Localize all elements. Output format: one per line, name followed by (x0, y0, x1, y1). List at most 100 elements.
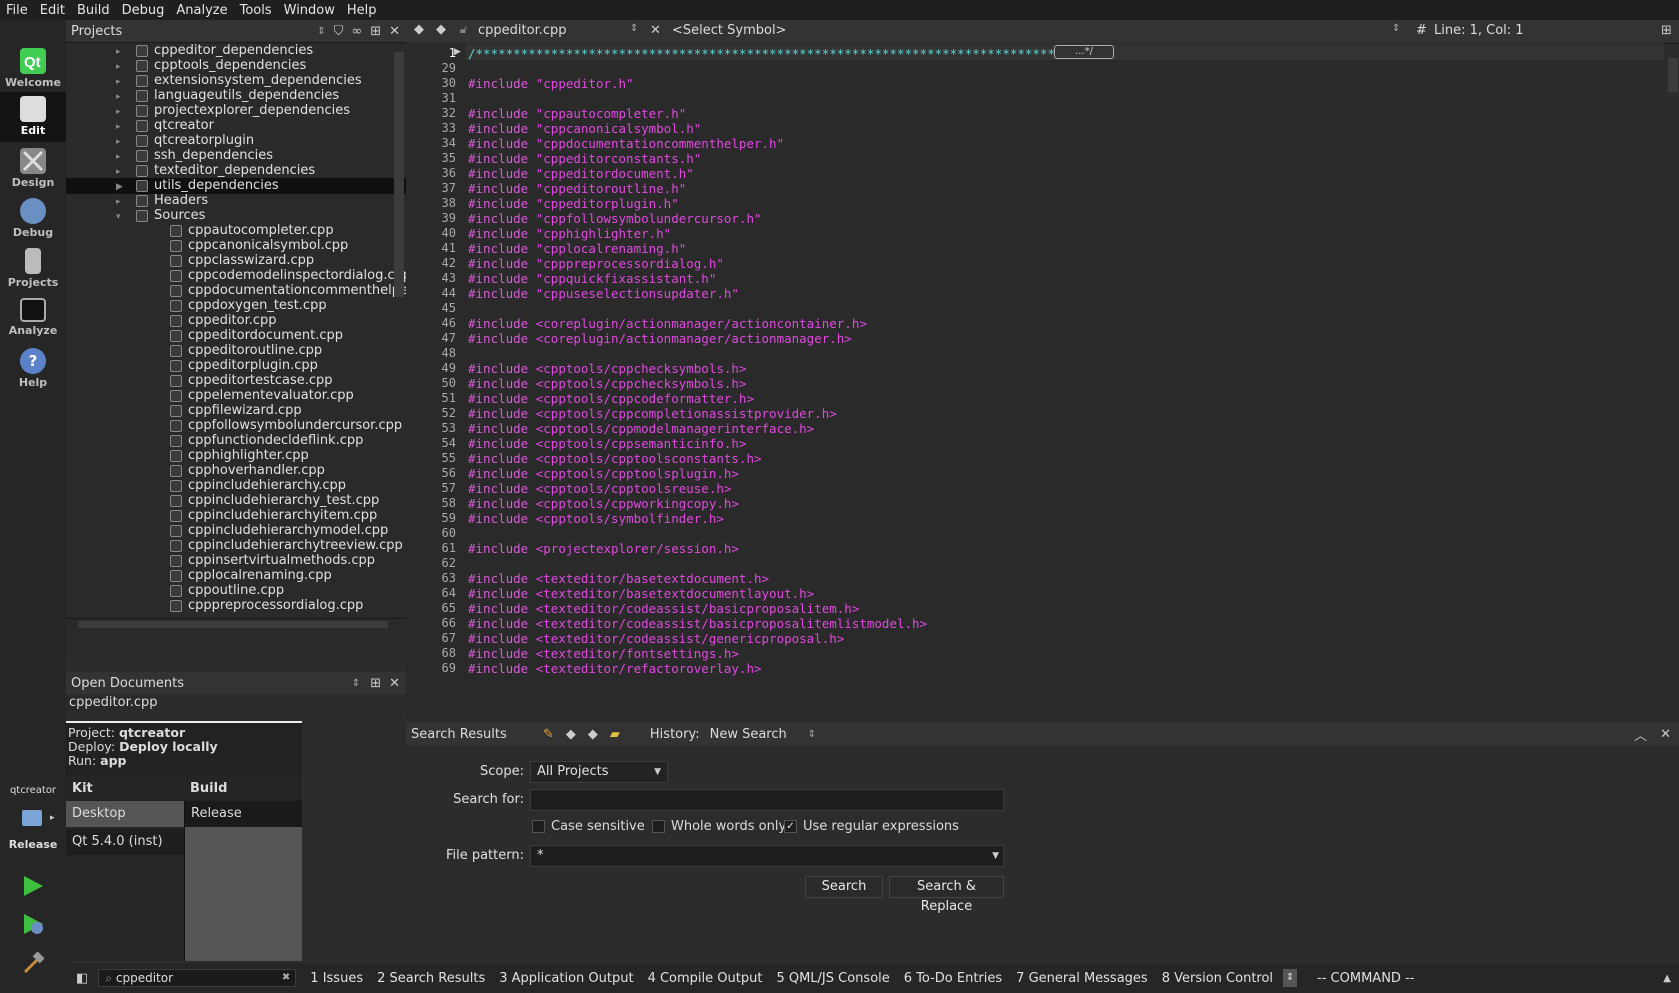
updown-arrows-icon[interactable]: ⇕ (352, 678, 360, 689)
code-editor[interactable]: /***************************************… (466, 43, 1664, 719)
clear-icon[interactable]: ✖ (282, 970, 290, 986)
menu-debug[interactable]: Debug (116, 3, 171, 18)
nav-back-icon[interactable]: ◆ (414, 22, 424, 37)
document-selector[interactable]: cppeditor.cpp (478, 23, 567, 38)
expand-arrow-icon[interactable]: ▸ (116, 62, 126, 72)
pane-application-output[interactable]: 3 Application Output (499, 971, 633, 986)
maximize-icon[interactable]: ︿ (1634, 725, 1647, 744)
tree-item[interactable]: ▸ Headers (66, 193, 406, 209)
close-icon[interactable]: ✕ (1660, 727, 1671, 742)
pane-issues[interactable]: 1 Issues (310, 971, 363, 986)
build-button[interactable] (22, 951, 45, 978)
cursor-position[interactable]: Line: 1, Col: 1 (1434, 23, 1524, 38)
menu-analyze[interactable]: Analyze (170, 3, 233, 18)
pane-version-control[interactable]: 8 Version Control (1162, 971, 1273, 986)
whole-words-option[interactable]: Whole words only (652, 819, 786, 834)
tree-item[interactable]: ▸ languageutils_dependencies (66, 88, 406, 104)
updown-arrows-icon[interactable]: ⇕ (630, 23, 638, 34)
menu-file[interactable]: File (0, 3, 34, 18)
more-panes-icon[interactable]: ⇕ (1283, 969, 1298, 987)
updown-arrows-icon[interactable]: ⇕ (317, 26, 325, 37)
search-for-input[interactable] (530, 789, 1004, 811)
fold-arrow-icon[interactable]: ▶ (454, 47, 461, 57)
mode-projects[interactable]: Projects (0, 244, 66, 294)
tree-item[interactable]: ▾ Sources (66, 208, 406, 224)
split-icon[interactable]: ⊞ (370, 24, 381, 39)
locator-input[interactable]: ⌕ cppeditor ✖ (98, 969, 297, 987)
expand-arrow-icon[interactable]: ▸ (116, 107, 126, 117)
search-replace-button[interactable]: Search & Replace (889, 876, 1004, 914)
regex-checkbox[interactable]: ✓ (784, 820, 797, 833)
tree-item[interactable]: ▸ ssh_dependencies (66, 148, 406, 164)
scope-select[interactable]: All Projects ▼ (530, 761, 668, 783)
tree-item[interactable]: cppelementevaluator.cpp (66, 388, 406, 404)
pane-todo-entries[interactable]: 6 To-Do Entries (904, 971, 1002, 986)
tree-item[interactable]: cppoutline.cpp (66, 583, 406, 599)
project-tree-hscrollbar[interactable] (66, 618, 406, 631)
expand-arrow-icon[interactable]: ▸ (116, 47, 126, 57)
tree-item[interactable]: ▶ utils_dependencies (66, 178, 406, 194)
editor-scrollbar[interactable] (1668, 58, 1678, 92)
expand-arrow-icon[interactable]: ▸ (116, 122, 126, 132)
tree-item[interactable]: ▸ cppeditor_dependencies (66, 43, 406, 59)
tree-item[interactable]: ▸ extensionsystem_dependencies (66, 73, 406, 89)
tree-item[interactable]: cppincludehierarchymodel.cpp (66, 523, 406, 539)
split-icon[interactable]: ⊞ (370, 676, 381, 691)
expand-arrow-icon[interactable]: ▸ (116, 197, 126, 207)
tree-item[interactable]: cppincludehierarchyitem.cpp (66, 508, 406, 524)
mode-welcome[interactable]: Qt Welcome (0, 44, 66, 94)
run-button[interactable] (22, 875, 44, 901)
mode-edit[interactable]: Edit (0, 92, 66, 142)
nav-forward-icon[interactable]: ◆ (436, 22, 446, 37)
tree-item[interactable]: ▸ qtcreatorplugin (66, 133, 406, 149)
clear-results-icon[interactable]: ✎ (543, 727, 554, 742)
hash-icon[interactable]: # (1416, 23, 1427, 38)
tree-item[interactable]: cppeditorplugin.cpp (66, 358, 406, 374)
tree-item[interactable]: ▸ texteditor_dependencies (66, 163, 406, 179)
close-document-icon[interactable]: ✕ (650, 23, 661, 38)
close-icon[interactable]: ✕ (389, 24, 400, 39)
build-item-release[interactable]: Release (185, 801, 302, 827)
tree-item[interactable]: ▸ cpptools_dependencies (66, 58, 406, 74)
fold-marker[interactable]: ...*/ (1054, 45, 1114, 59)
kit-item-desktop[interactable]: Desktop (66, 801, 184, 827)
close-icon[interactable]: ✕ (389, 676, 400, 691)
tree-item[interactable]: cppeditoroutline.cpp (66, 343, 406, 359)
expand-arrow-icon[interactable]: ▸ (116, 152, 126, 162)
tree-item[interactable]: cpplocalrenaming.cpp (66, 568, 406, 584)
expand-arrow-icon[interactable]: ▶ (116, 182, 126, 192)
tree-item[interactable]: cppfunctiondecldeflink.cpp (66, 433, 406, 449)
symbol-selector[interactable]: <Select Symbol> (672, 23, 786, 38)
tree-item[interactable]: cppcodemodelinspectordialog.cpp (66, 268, 406, 284)
search-button[interactable]: Search (805, 876, 883, 898)
open-documents-title[interactable]: Open Documents (71, 676, 352, 691)
tree-item[interactable]: ▸ qtcreator (66, 118, 406, 134)
case-sensitive-option[interactable]: Case sensitive (532, 819, 645, 834)
tree-item[interactable]: cpppreprocessordialog.cpp (66, 598, 406, 614)
pane-compile-output[interactable]: 4 Compile Output (648, 971, 763, 986)
tree-item[interactable]: cppeditortestcase.cpp (66, 373, 406, 389)
menu-window[interactable]: Window (278, 3, 341, 18)
tree-item[interactable]: cpphoverhandler.cpp (66, 463, 406, 479)
open-document-item[interactable]: cppeditor.cpp (66, 695, 406, 710)
whole-words-checkbox[interactable] (652, 820, 665, 833)
expand-arrow-icon[interactable]: ▾ (116, 212, 126, 222)
expand-arrow-icon[interactable]: ▸ (116, 137, 126, 147)
mode-analyze[interactable]: Analyze (0, 294, 66, 344)
split-icon[interactable]: ⊞ (1661, 23, 1672, 38)
pane-general-messages[interactable]: 7 General Messages (1016, 971, 1148, 986)
tree-item[interactable]: cppcanonicalsymbol.cpp (66, 238, 406, 254)
file-pattern-input[interactable]: * ▼ (530, 845, 1004, 867)
chevron-down-icon[interactable]: ▼ (992, 846, 999, 866)
mode-help[interactable]: ? Help (0, 344, 66, 394)
menu-tools[interactable]: Tools (234, 3, 278, 18)
next-result-icon[interactable]: ◆ (588, 727, 598, 742)
mode-debug[interactable]: Debug (0, 194, 66, 244)
menu-build[interactable]: Build (71, 3, 116, 18)
tree-item[interactable]: cppinsertvirtualmethods.cpp (66, 553, 406, 569)
kit-item-qt[interactable]: Qt 5.4.0 (inst) (66, 829, 184, 855)
mode-design[interactable]: Design (0, 144, 66, 194)
tree-item[interactable]: cppincludehierarchytreeview.cpp (66, 538, 406, 554)
tree-item[interactable]: ▸ projectexplorer_dependencies (66, 103, 406, 119)
regex-option[interactable]: ✓ Use regular expressions (784, 819, 959, 834)
